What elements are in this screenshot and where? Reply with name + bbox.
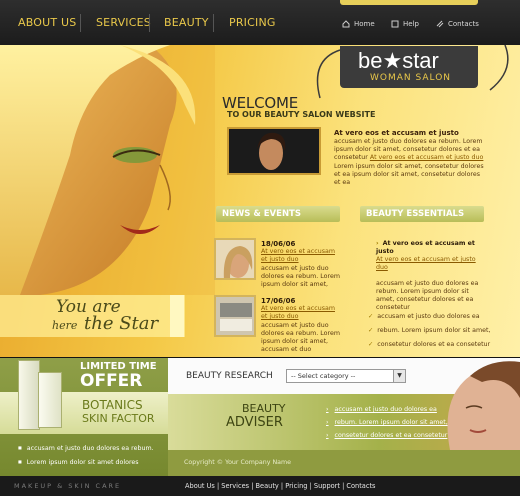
research-label: BEAUTY RESEARCH xyxy=(186,371,273,381)
nav-home-label: Home xyxy=(354,20,375,28)
tagline-here: here xyxy=(52,319,78,332)
offer-brand-sub: SKIN FACTOR xyxy=(82,412,155,425)
footer-link-services[interactable]: Services xyxy=(221,482,249,490)
essentials-check-1: ✓ accusam et justo duo dolores ea xyxy=(368,313,480,320)
footer: MAKEUP & SKIN CARE About Us | Services |… xyxy=(0,476,520,496)
page: You are here the Star ABOUT US SERVICES … xyxy=(0,0,520,496)
nav-contacts-link[interactable]: Contacts xyxy=(436,20,479,28)
hero-tagline: You are here the Star xyxy=(0,295,185,337)
welcome-portrait-image xyxy=(227,127,321,175)
top-navigation: ABOUT US SERVICES BEAUTY PRICING Home He… xyxy=(0,0,520,45)
arrow-icon: › xyxy=(376,240,379,247)
essentials-check-3: ✓ consetetur dolores et ea consetetur xyxy=(368,341,491,348)
essentials-title: At vero eos et accusam et justo xyxy=(376,240,475,255)
limited-offer-panel[interactable]: LIMITED TIME OFFER BOTANICS SKIN FACTOR … xyxy=(0,358,168,476)
news-date-1: 18/06/06 xyxy=(261,240,296,248)
product-tube-icon xyxy=(38,372,62,428)
spa-face-image xyxy=(430,358,520,450)
tagline-the-star: the Star xyxy=(84,313,159,334)
offer-bullet-2: Lorem ipsum dolor sit amet dolores xyxy=(18,456,154,470)
essentials-text: accusam et justo duo dolores ea rebum. L… xyxy=(376,280,479,311)
footer-link-about[interactable]: About Us xyxy=(185,482,215,490)
nav-about-us[interactable]: ABOUT US xyxy=(18,16,76,29)
category-select[interactable]: -- Select category -- ▼ xyxy=(286,369,406,383)
news-thumbnail-1 xyxy=(214,238,256,280)
offer-line-2: OFFER xyxy=(80,371,143,391)
news-item-2: 17/06/06 At vero eos et accusam et justo… xyxy=(261,297,343,354)
intro-paragraph-2: Lorem ipsum dolor sit amet, consetetur d… xyxy=(334,162,484,187)
nav-accent-strip xyxy=(340,0,478,5)
product-bottle-icon xyxy=(18,360,40,430)
footer-link-beauty[interactable]: Beauty xyxy=(256,482,279,490)
nav-contacts-label: Contacts xyxy=(448,20,479,28)
news-link-1[interactable]: At vero eos et accusam et justo duo xyxy=(261,248,343,264)
offer-bullet-list: accusam et justo duo dolores ea rebum. L… xyxy=(18,442,154,470)
nav-home-link[interactable]: Home xyxy=(342,20,375,28)
check-icon: ✓ xyxy=(368,327,374,334)
beauty-essentials-heading: BEAUTY ESSENTIALS xyxy=(360,206,484,222)
tagline-accent-bar xyxy=(170,295,184,337)
nav-services[interactable]: SERVICES xyxy=(96,16,151,29)
essentials-block: › At vero eos et accusam et justo At vero… xyxy=(376,240,488,312)
category-select-value: -- Select category -- xyxy=(291,372,356,380)
nav-help-label: Help xyxy=(403,20,419,28)
home-icon xyxy=(342,20,350,28)
model-face-image xyxy=(0,45,215,295)
mail-icon xyxy=(436,20,444,28)
chevron-down-icon[interactable]: ▼ xyxy=(393,370,405,382)
brand-logo[interactable]: be★star WOMAN SALON xyxy=(340,46,478,88)
footer-link-pricing[interactable]: Pricing xyxy=(285,482,307,490)
essentials-link[interactable]: At vero eos et accusam et justo duo xyxy=(376,256,488,272)
footer-link-support[interactable]: Support xyxy=(314,482,340,490)
news-events-heading: NEWS & EVENTS xyxy=(216,206,340,222)
footer-link-contacts[interactable]: Contacts xyxy=(346,482,375,490)
nav-separator xyxy=(80,14,81,32)
adviser-title-1: BEAUTY xyxy=(242,402,286,415)
nav-separator xyxy=(149,14,150,32)
footer-tagline: MAKEUP & SKIN CARE xyxy=(14,482,122,490)
essentials-title-row: › At vero eos et accusam et justo xyxy=(376,240,488,256)
news-link-2[interactable]: At vero eos et accusam et justo duo xyxy=(261,305,343,321)
news-text-1: accusam et justo duo dolores ea rebum. L… xyxy=(261,264,340,289)
intro-link[interactable]: At vero eos et accusam et justo duo xyxy=(370,154,484,161)
brand-name: be★star xyxy=(358,48,439,73)
essentials-check-2: ✓ rebum. Lorem ipsum dolor sit amet, xyxy=(368,327,491,334)
offer-bullet-1: accusam et justo duo dolores ea rebum. xyxy=(18,442,154,456)
offer-brand: BOTANICS xyxy=(82,398,143,412)
welcome-subtitle: TO OUR BEAUTY SALON WEBSITE xyxy=(227,110,376,119)
intro-text: accusam et justo duo dolores ea rebum. L… xyxy=(334,138,484,187)
news-thumbnail-2 xyxy=(214,295,256,337)
news-item-1: 18/06/06 At vero eos et accusam et justo… xyxy=(261,240,343,289)
help-icon xyxy=(391,20,399,28)
news-text-2: accusam et justo duo dolores ea rebum. L… xyxy=(261,321,340,354)
brand-subtitle: WOMAN SALON xyxy=(370,73,452,83)
nav-help-link[interactable]: Help xyxy=(391,20,419,28)
nav-pricing[interactable]: PRICING xyxy=(229,16,276,29)
nav-separator xyxy=(213,14,214,32)
footer-links: About Us | Services | Beauty | Pricing |… xyxy=(185,482,376,490)
intro-title: At vero eos et accusam et justo xyxy=(334,129,459,137)
check-icon: ✓ xyxy=(368,313,374,320)
copyright-text: Copyright © Your Company Name xyxy=(168,450,520,476)
adviser-title-2: ADVISER xyxy=(226,415,283,430)
nav-beauty[interactable]: BEAUTY xyxy=(164,16,209,29)
check-icon: ✓ xyxy=(368,341,374,348)
essentials-checklist: ✓ accusam et justo duo dolores ea ✓ rebum.… xyxy=(368,310,490,352)
news-date-2: 17/06/06 xyxy=(261,297,296,305)
